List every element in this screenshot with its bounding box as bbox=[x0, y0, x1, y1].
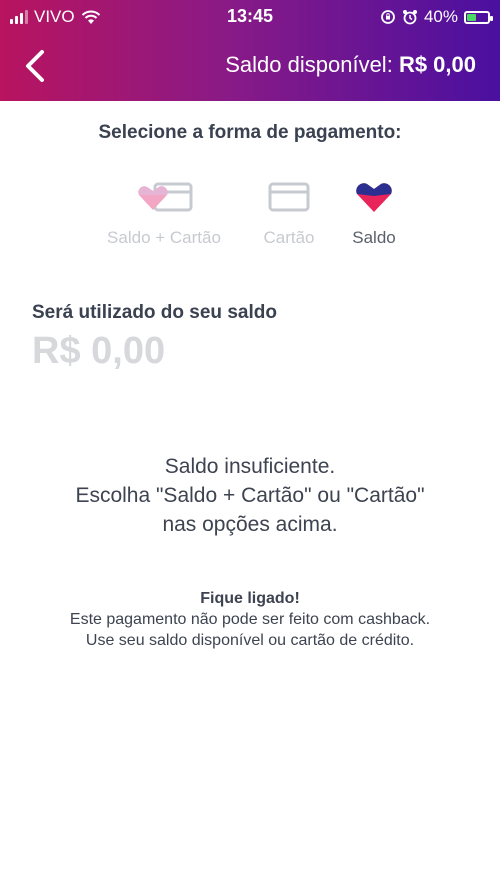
option-label: Cartão bbox=[263, 228, 315, 247]
notice-line: Este pagamento não pode ser feito com ca… bbox=[69, 611, 431, 628]
card-icon bbox=[268, 182, 310, 212]
chevron-left-icon bbox=[26, 50, 44, 82]
option-cartao[interactable]: Cartão bbox=[254, 176, 324, 248]
option-saldo-cartao[interactable]: Saldo + Cartão bbox=[96, 176, 232, 248]
status-bar: VIVO 13:45 40% bbox=[0, 0, 500, 34]
message-line: nas opções acima. bbox=[162, 513, 338, 536]
notice-title: Fique ligado! bbox=[200, 590, 300, 607]
top-header: VIVO 13:45 40% Saldo disponível: R$ 0,00 bbox=[0, 0, 500, 101]
balance-label: Saldo disponível: bbox=[225, 52, 393, 77]
back-button[interactable] bbox=[18, 46, 54, 86]
battery-charging-icon bbox=[464, 10, 493, 24]
message-line: Escolha "Saldo + Cartão" ou "Cartão" bbox=[75, 484, 425, 507]
message-line: Saldo insuficiente. bbox=[164, 455, 336, 478]
heart-icon bbox=[356, 183, 392, 212]
option-label: Saldo bbox=[352, 228, 396, 247]
cashback-notice: Fique ligado! Este pagamento não pode se… bbox=[0, 588, 500, 651]
option-saldo[interactable]: Saldo bbox=[344, 176, 404, 248]
option-label: Saldo + Cartão bbox=[107, 228, 221, 247]
notice-line: Use seu saldo disponível ou cartão de cr… bbox=[85, 632, 415, 649]
insufficient-balance-message: Saldo insuficiente. Escolha "Saldo + Car… bbox=[0, 452, 500, 539]
balance-value: R$ 0,00 bbox=[398, 52, 476, 77]
rotation-lock-icon bbox=[381, 10, 395, 24]
payment-method-title: Selecione a forma de pagamento: bbox=[98, 122, 402, 143]
alarm-icon bbox=[402, 10, 417, 25]
balance-usage-value: R$ 0,00 bbox=[32, 330, 166, 372]
battery-percent: 40% bbox=[423, 7, 458, 26]
balance-usage-label: Será utilizado do seu saldo bbox=[32, 302, 277, 323]
heart-card-icon bbox=[138, 182, 193, 212]
available-balance: Saldo disponível: R$ 0,00 bbox=[225, 52, 476, 78]
